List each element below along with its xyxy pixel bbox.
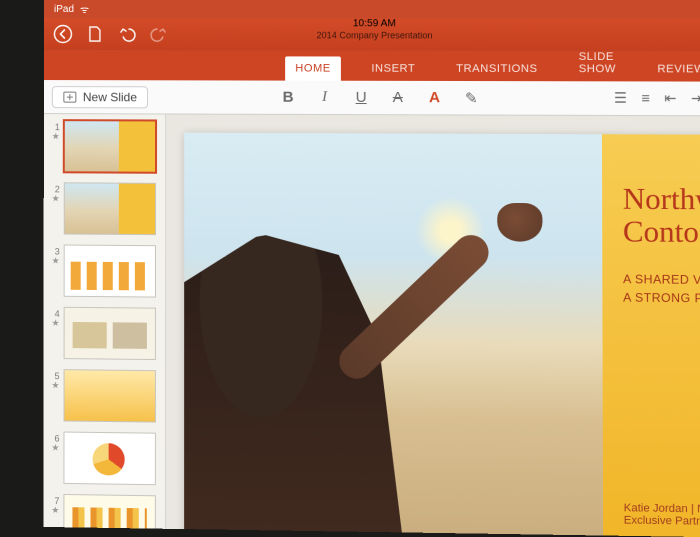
thumb-6[interactable] <box>63 432 155 486</box>
slide-photo <box>184 133 603 537</box>
tab-slideshow[interactable]: SLIDE SHOW <box>568 45 626 82</box>
bold-button[interactable]: B <box>278 89 298 106</box>
slide-sub-2: A STRONG P <box>623 290 700 306</box>
ios-status-bar: iPad ᯤ <box>44 0 700 18</box>
numbered-button[interactable]: ≡ <box>641 90 650 107</box>
slide-title-panel: Northw Contos A SHARED VI A STRONG P Kat… <box>602 134 700 537</box>
file-icon[interactable] <box>84 23 106 45</box>
slide-thumbnails: 1★ 2★ 3★ 4★ 5★ 6★ 7★ 8 <box>43 114 166 529</box>
ribbon-tabs: HOME INSERT TRANSITIONS SLIDE SHOW REVIE… <box>44 50 700 82</box>
indent-left-button[interactable]: ⇤ <box>664 90 676 107</box>
new-slide-button[interactable]: New Slide <box>52 86 148 108</box>
strike-button[interactable]: A <box>388 89 408 106</box>
slide-footer: Katie Jordan | N Exclusive Partne <box>624 502 700 530</box>
home-toolbar: New Slide B I U A A ✎ ☰ ≡ ⇤ ⇥ <box>44 80 700 116</box>
paragraph-group: ☰ ≡ ⇤ ⇥ <box>614 90 700 108</box>
indent-right-button[interactable]: ⇥ <box>691 90 700 107</box>
underline-button[interactable]: U <box>351 89 371 106</box>
thumb-4[interactable] <box>64 307 156 360</box>
tab-insert[interactable]: INSERT <box>361 57 425 81</box>
back-icon[interactable] <box>52 23 74 45</box>
slide-1[interactable]: Northw Contos A SHARED VI A STRONG P Kat… <box>184 133 700 537</box>
thumb-7[interactable] <box>63 494 156 529</box>
tab-transitions[interactable]: TRANSITIONS <box>446 57 548 82</box>
slide-title: Northw Contos <box>623 183 700 250</box>
app-frame: iPad ᯤ 10:59 AM 2014 Company Presentatio… <box>43 0 700 537</box>
thumb-3[interactable] <box>64 245 156 298</box>
tab-review[interactable]: REVIEW <box>647 57 700 82</box>
slide-canvas[interactable]: Northw Contos A SHARED VI A STRONG P Kat… <box>166 114 700 537</box>
wifi-icon: ᯤ <box>80 2 89 16</box>
highlight-button[interactable]: ✎ <box>461 89 481 107</box>
slide-sub-1: A SHARED VI <box>623 272 700 288</box>
format-group: B I U A A ✎ <box>158 88 604 107</box>
italic-button[interactable]: I <box>314 89 334 106</box>
undo-icon[interactable] <box>116 23 138 45</box>
device-label: iPad <box>54 4 74 15</box>
thumb-2[interactable] <box>64 182 156 235</box>
redo-icon[interactable] <box>148 23 170 45</box>
thumb-1[interactable] <box>64 120 156 173</box>
tab-home[interactable]: HOME <box>285 56 341 80</box>
workarea: 1★ 2★ 3★ 4★ 5★ 6★ 7★ 8 Northw Contos <box>43 114 700 537</box>
font-color-button[interactable]: A <box>424 89 444 106</box>
new-slide-label: New Slide <box>83 90 137 104</box>
thumb-5[interactable] <box>64 369 156 422</box>
bullets-button[interactable]: ☰ <box>614 90 627 107</box>
